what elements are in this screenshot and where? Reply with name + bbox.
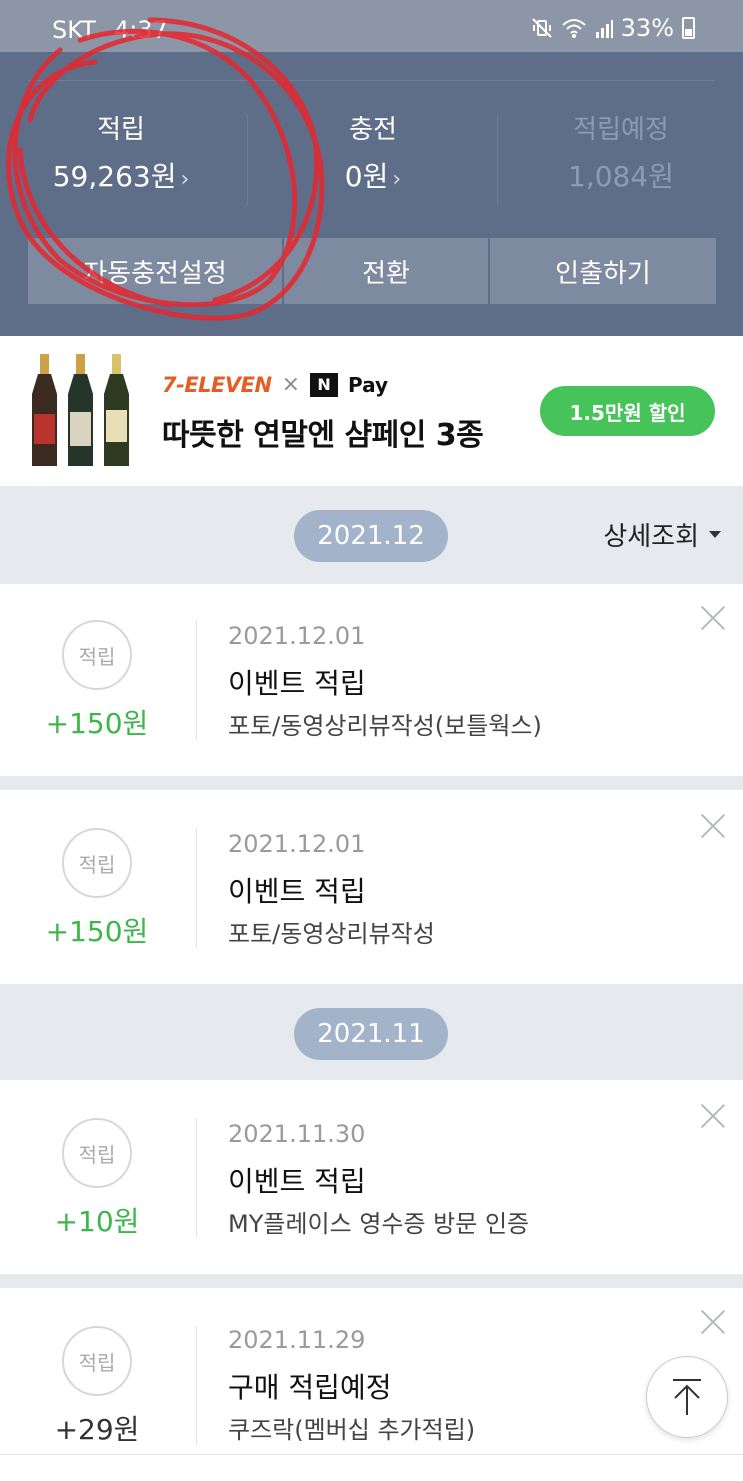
arrow-up-icon (673, 1379, 701, 1415)
signal-icon (595, 20, 613, 38)
clock: 4:37 (114, 16, 168, 44)
month-pill: 2021.11 (294, 1008, 448, 1060)
transaction-card[interactable]: 적립 +150원 2021.12.01 이벤트 적립 포토/동영상리뷰작성 (0, 790, 743, 984)
saved-points-stat[interactable]: 적립 59,263원 › (10, 110, 232, 207)
brand-row: 7-ELEVEN × N Pay (162, 372, 388, 397)
month-header: 2021.11 (0, 984, 743, 1080)
mute-vibrate-icon (531, 18, 552, 38)
divider (196, 1118, 197, 1238)
divider (196, 1326, 197, 1446)
transaction-date: 2021.11.29 (228, 1326, 366, 1354)
detail-filter-label: 상세조회 (603, 522, 699, 552)
charged-stat[interactable]: 충전 0원 › (262, 110, 484, 207)
transaction-title: 이벤트 적립 (228, 667, 366, 700)
charged-label: 충전 (349, 115, 397, 145)
transaction-card[interactable]: 적립 +10원 2021.11.30 이벤트 적립 MY플레이스 영수증 방문 … (0, 1080, 743, 1274)
transaction-date: 2021.12.01 (228, 622, 366, 650)
status-bar: SKT 4:37 33% (0, 0, 743, 52)
pending-points-value: 1,084원 (568, 160, 674, 193)
transaction-title: 구매 적립예정 (228, 1371, 392, 1404)
npay-logo-icon: N (310, 372, 339, 397)
earn-badge: 적립 (62, 1326, 132, 1396)
amount: +29원 (54, 1413, 140, 1446)
npay-text: Pay (348, 372, 389, 397)
pending-points-label: 적립예정 (573, 115, 669, 145)
convert-button[interactable]: 전환 (284, 238, 488, 304)
caret-down-icon (709, 531, 721, 538)
collab-x: × (281, 372, 301, 397)
transaction-card[interactable]: 적립 +150원 2021.12.01 이벤트 적립 포토/동영상리뷰작성(보틀… (0, 584, 743, 776)
transaction-desc: 쿠즈락(멤버십 추가적립) (228, 1416, 476, 1444)
scroll-to-top-button[interactable] (646, 1356, 728, 1438)
discount-button[interactable]: 1.5만원 할인 (540, 386, 715, 436)
banner-title: 따뜻한 연말엔 샴페인 3종 (162, 418, 484, 453)
month-header: 2021.12 상세조회 (0, 486, 743, 582)
auto-charge-settings-button[interactable]: 자동충전설정 (28, 238, 282, 304)
seven-eleven-logo: 7-ELEVEN (162, 372, 272, 397)
promo-banner[interactable]: 7-ELEVEN × N Pay 따뜻한 연말엔 샴페인 3종 1.5만원 할인 (0, 336, 743, 486)
transaction-title: 이벤트 적립 (228, 1165, 366, 1198)
points-summary-panel: 적립 59,263원 › 충전 0원 › 적립예정 1,084원 자동충전설정 전환… (0, 52, 743, 336)
transaction-date: 2021.12.01 (228, 830, 366, 858)
detail-filter-dropdown[interactable]: 상세조회 (603, 516, 721, 553)
chevron-right-icon: › (180, 167, 190, 192)
wifi-icon (561, 19, 586, 38)
transaction-date: 2021.11.30 (228, 1120, 366, 1148)
carrier-label: SKT (52, 16, 96, 44)
divider (28, 80, 715, 81)
month-pill: 2021.12 (294, 510, 448, 562)
champagne-bottles-image (32, 354, 129, 466)
divider (497, 114, 498, 206)
battery-percent: 33% (620, 14, 674, 42)
divider (247, 114, 248, 206)
earn-badge: 적립 (62, 620, 132, 690)
close-icon[interactable] (701, 814, 725, 838)
divider (196, 828, 197, 948)
amount: +10원 (54, 1205, 140, 1238)
transaction-desc: MY플레이스 영수증 방문 인증 (228, 1210, 530, 1238)
withdraw-button[interactable]: 인출하기 (490, 238, 716, 304)
pending-points-stat: 적립예정 1,084원 (510, 110, 732, 204)
transaction-card[interactable]: 적립 +29원 2021.11.29 구매 적립예정 쿠즈락(멤버십 추가적립) (0, 1288, 743, 1454)
status-icons: 33% (531, 14, 695, 42)
transaction-title: 이벤트 적립 (228, 875, 366, 908)
close-icon[interactable] (701, 1310, 725, 1334)
charged-value: 0원 (344, 160, 389, 193)
divider (196, 620, 197, 740)
close-icon[interactable] (701, 606, 725, 630)
action-buttons: 자동충전설정 전환 인출하기 (28, 238, 716, 304)
transaction-desc: 포토/동영상리뷰작성(보틀웍스) (228, 712, 542, 740)
amount: +150원 (45, 707, 149, 740)
saved-points-label: 적립 (97, 115, 145, 145)
amount: +150원 (45, 915, 149, 948)
close-icon[interactable] (701, 1104, 725, 1128)
transaction-desc: 포토/동영상리뷰작성 (228, 920, 435, 948)
battery-icon (682, 17, 695, 39)
earn-badge: 적립 (62, 828, 132, 898)
earn-badge: 적립 (62, 1118, 132, 1188)
chevron-right-icon: › (392, 167, 402, 192)
saved-points-value: 59,263원 (52, 160, 177, 193)
bottom-edge (0, 1454, 743, 1481)
